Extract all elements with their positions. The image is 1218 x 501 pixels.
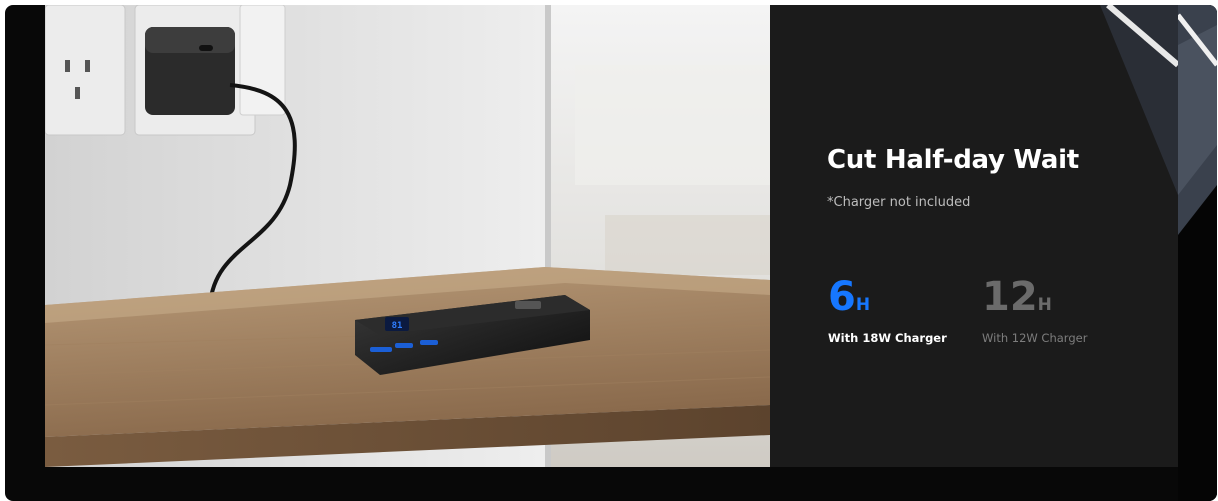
product-banner: 81 Cut Half-day Wait *Charger not includ… (5, 5, 1217, 501)
stat-label: With 12W Charger (982, 331, 1088, 345)
stat-18w: 6H With 18W Charger (828, 275, 947, 345)
stat-unit: H (855, 295, 871, 315)
stat-unit: H (1037, 295, 1052, 315)
edge-decoration (1178, 5, 1217, 501)
info-panel: Cut Half-day Wait *Charger not included … (770, 5, 1178, 467)
disclaimer-note: *Charger not included (827, 195, 971, 210)
device-display-text: 81 (392, 321, 403, 331)
stat-value: 6H (828, 275, 947, 327)
stat-12w: 12H With 12W Charger (982, 275, 1087, 345)
headline: Cut Half-day Wait (827, 145, 1079, 175)
stat-number: 12 (982, 274, 1038, 320)
stat-number: 6 (828, 274, 856, 320)
stat-label: With 18W Charger (828, 331, 947, 345)
stat-value: 12H (982, 275, 1087, 327)
product-photo: 81 (45, 5, 770, 467)
